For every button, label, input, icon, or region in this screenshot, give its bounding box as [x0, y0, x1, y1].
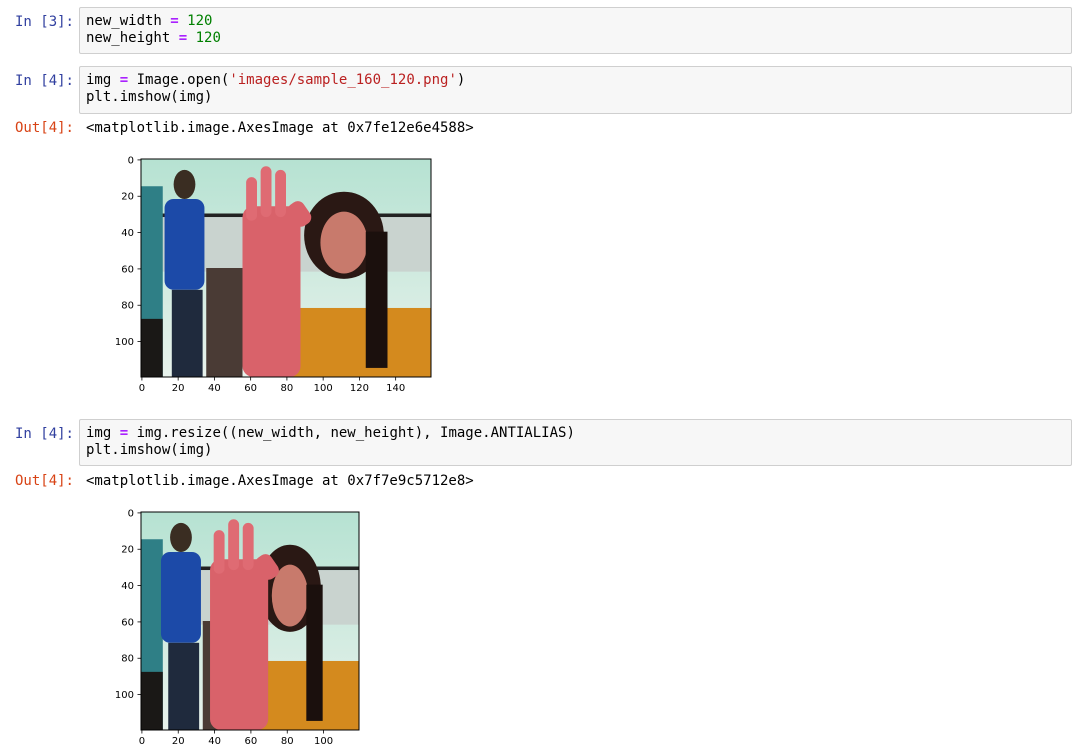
x-tick-label: 60 [245, 736, 258, 747]
plot-svg: 0 20 40 60 80 100 0 20 40 60 80 100 [115, 508, 360, 747]
y-tick-label: 60 [121, 617, 134, 628]
y-tick-label: 0 [128, 508, 134, 519]
y-tick-label: 40 [121, 581, 134, 592]
image-pixels [141, 512, 359, 730]
x-tick-label: 80 [281, 736, 294, 747]
x-tick-label: 20 [172, 736, 185, 747]
y-tick-label: 100 [115, 690, 134, 701]
x-tick-label: 0 [139, 736, 145, 747]
y-tick-label: 80 [121, 654, 134, 665]
x-tick-label: 100 [314, 736, 333, 747]
y-tick-label: 20 [121, 545, 134, 556]
x-tick-label: 40 [208, 736, 221, 747]
